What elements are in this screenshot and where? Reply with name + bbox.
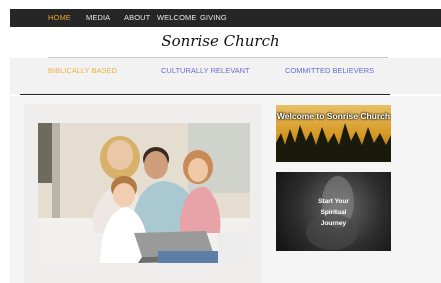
nav-item-welcome[interactable]: WELCOME (157, 13, 196, 22)
journey-line-3: Journey (320, 220, 347, 227)
tagline-culturally-relevant: CULTURALLY RELEVANT (161, 66, 250, 75)
tagline-committed-believers: COMMITTED BELIEVERS (285, 66, 375, 75)
spiritual-journey-banner[interactable]: Start Your Spiritual Journey (276, 172, 391, 251)
nav-item-home[interactable]: HOME (48, 13, 71, 22)
divider (20, 94, 390, 95)
family-photo-image (38, 123, 250, 263)
nav-item-media[interactable]: MEDIA (86, 13, 110, 22)
family-photo (38, 123, 250, 263)
site-title: Sonrise Church (161, 32, 280, 50)
nav-item-about[interactable]: ABOUT (124, 13, 150, 22)
journey-line-2: Spiritual (320, 209, 347, 216)
tagline-bar: BIBLICALLY BASED CULTURALLY RELEVANT COM… (10, 58, 441, 94)
spiritual-journey-label: Start Your Spiritual Journey (276, 196, 391, 229)
welcome-banner[interactable]: Welcome to Sonrise Church (276, 105, 391, 162)
tagline-biblically-based: BIBLICALLY BASED (48, 66, 117, 75)
nav-item-giving[interactable]: GIVING (200, 13, 227, 22)
top-nav: HOME MEDIA ABOUT WELCOME GIVING (10, 9, 441, 27)
welcome-banner-label: Welcome to Sonrise Church (276, 111, 391, 121)
journey-line-1: Start Your (318, 198, 349, 205)
